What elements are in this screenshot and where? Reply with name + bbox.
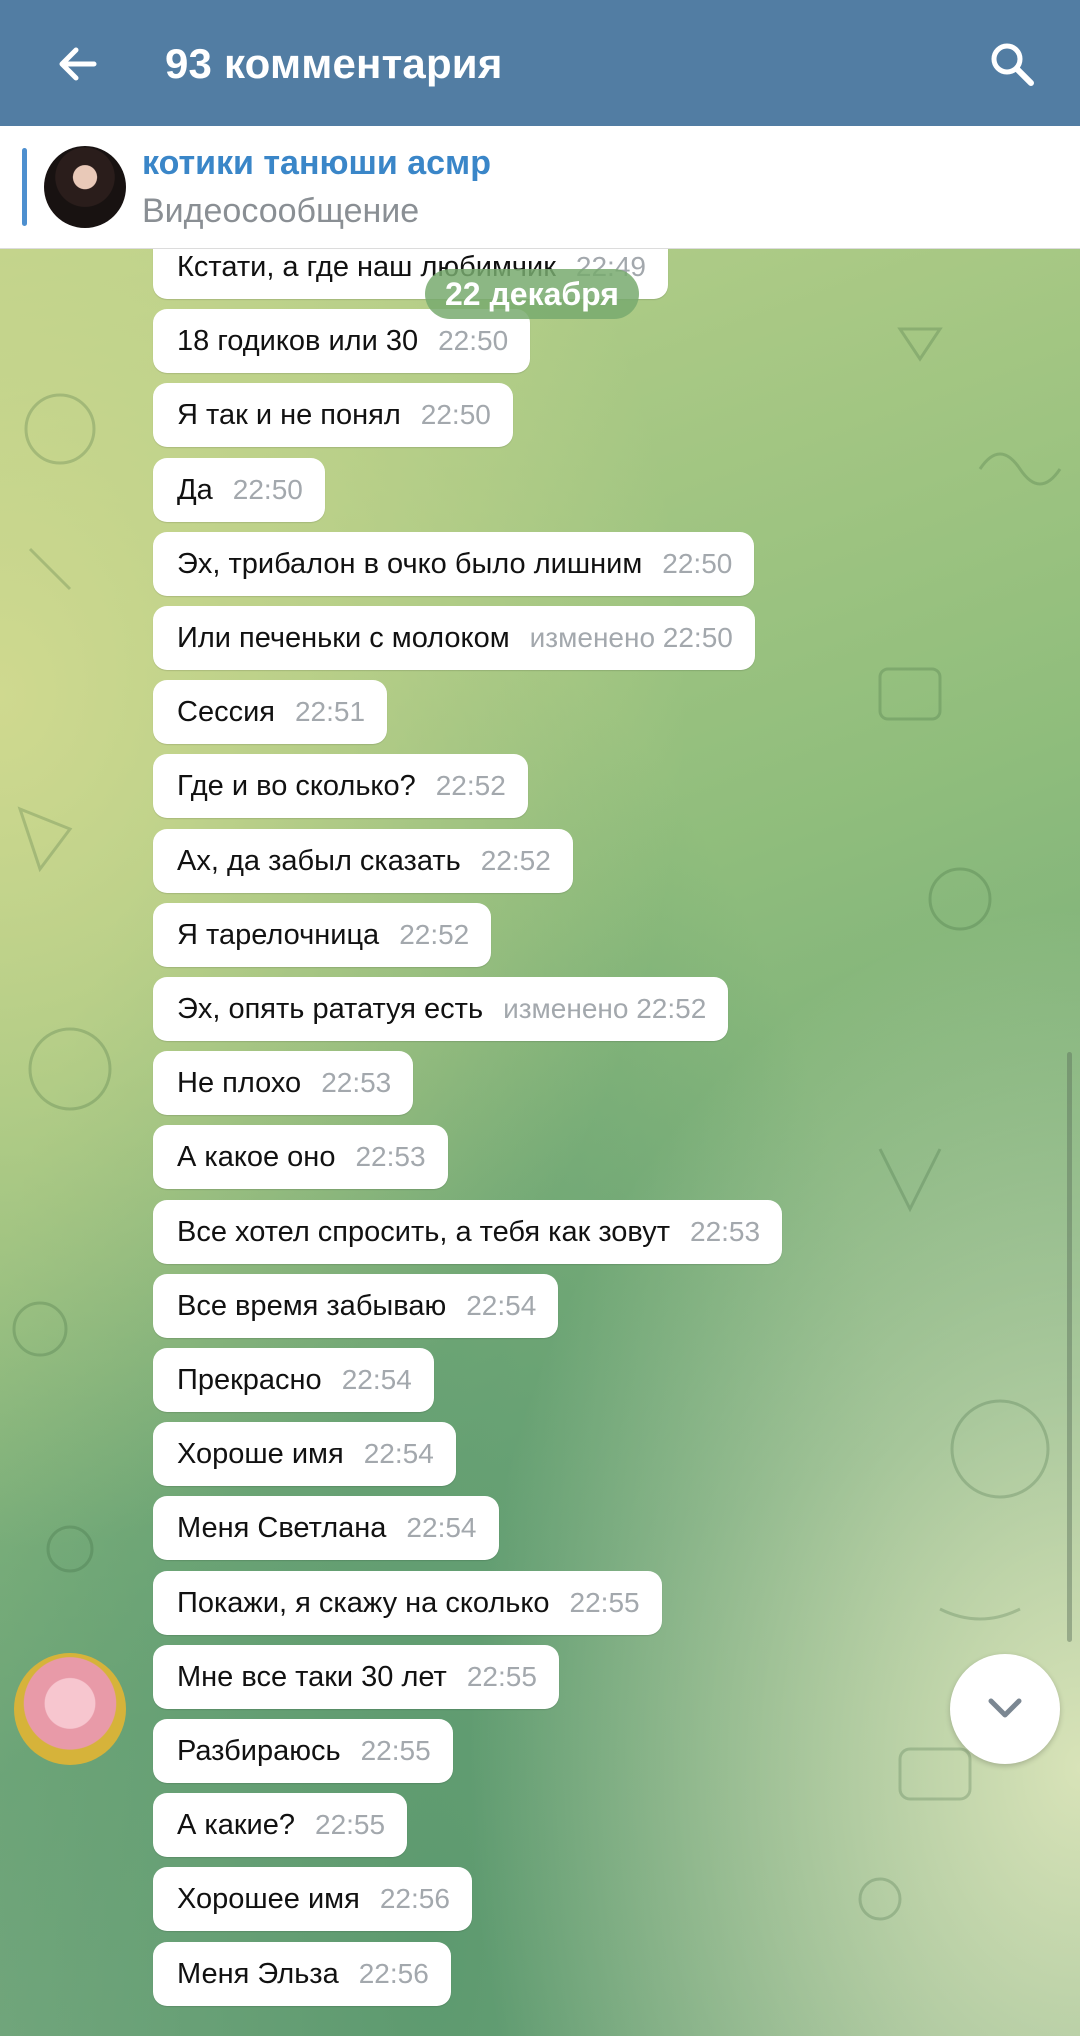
comment-text: Эх, трибалон в очко было лишним (177, 547, 643, 580)
comment-bubble[interactable]: Прекрасно 22:54 (153, 1348, 434, 1412)
chevron-down-icon (988, 1698, 1022, 1718)
comment-bubble[interactable]: Все время забываю 22:54 (153, 1274, 559, 1338)
comment-bubble[interactable]: Мне все таки 30 лет 22:55 (153, 1645, 559, 1709)
comment-text: Все хотел спросить, а тебя как зовут (177, 1215, 670, 1248)
comment-bubble[interactable]: Меня Светлана 22:54 (153, 1496, 499, 1560)
arrow-left-icon (59, 47, 97, 81)
post-type: Видеосообщение (142, 192, 420, 230)
search-button[interactable] (972, 24, 1052, 104)
comment-bubble[interactable]: Хороше имя 22:54 (153, 1422, 456, 1486)
comment-text: Сессия (177, 695, 275, 728)
comment-bubble[interactable]: Разбираюсь 22:55 (153, 1719, 453, 1783)
channel-name: котики танюши асмр (142, 144, 491, 182)
comment-time: 22:54 (406, 1512, 477, 1543)
comment-text: Я тарелочница (177, 918, 380, 951)
comment-time: 22:56 (358, 1958, 429, 1989)
channel-avatar (44, 146, 126, 228)
pinned-post-header[interactable]: котики танюши асмр Видеосообщение (0, 126, 1080, 249)
comment-text: Ах, да забыл сказать (177, 844, 461, 877)
comment-bubble[interactable]: Я так и не понял 22:50 (153, 383, 513, 447)
comment-text: Меня Светлана (177, 1511, 387, 1544)
comment-time: 22:54 (341, 1364, 412, 1395)
comment-time: изменено 22:50 (529, 622, 733, 653)
pinned-accent-bar (22, 148, 27, 226)
comment-bubble[interactable]: А какое оно 22:53 (153, 1125, 448, 1189)
scrollbar[interactable] (1067, 1052, 1072, 1642)
comment-bubble[interactable]: Я тарелочница 22:52 (153, 903, 492, 967)
sender-avatar[interactable] (14, 1653, 126, 1765)
date-separator: 22 декабря (425, 269, 639, 319)
top-app-bar: 93 комментария (0, 0, 1080, 126)
comment-time: 22:52 (435, 770, 506, 801)
comment-text: Хорошее имя (177, 1882, 360, 1915)
comment-bubble[interactable]: Ах, да забыл сказать 22:52 (153, 829, 573, 893)
comment-text: А какие? (177, 1808, 295, 1841)
comment-time: изменено 22:52 (503, 993, 707, 1024)
comment-text: Не плохо (177, 1066, 302, 1099)
comment-bubble[interactable]: Эх, опять рататуя есть изменено 22:52 (153, 977, 729, 1041)
comment-text: А какое оно (177, 1140, 336, 1173)
comment-bubble[interactable]: Покажи, я скажу на сколько 22:55 (153, 1571, 662, 1635)
comment-time: 22:50 (438, 325, 509, 356)
comment-text: Я так и не понял (177, 398, 401, 431)
comment-bubble[interactable]: Где и во сколько? 22:52 (153, 754, 528, 818)
comment-time: 22:54 (466, 1290, 537, 1321)
comments-list[interactable]: 22 декабря Кстати, а где наш любимчик 22:… (0, 249, 1080, 2036)
comment-text: Прекрасно (177, 1363, 322, 1396)
comment-time: 22:53 (690, 1216, 761, 1247)
comment-bubble[interactable]: Все хотел спросить, а тебя как зовут 22:5… (153, 1200, 783, 1264)
scroll-to-bottom-button[interactable] (950, 1654, 1060, 1764)
comment-time: 22:55 (360, 1735, 431, 1766)
comment-text: Эх, опять рататуя есть (177, 992, 484, 1025)
comment-text: Меня Эльза (177, 1957, 339, 1990)
comment-time: 22:51 (294, 696, 366, 727)
comment-text: Хороше имя (177, 1437, 344, 1470)
comment-text: Покажи, я скажу на сколько (177, 1586, 550, 1619)
comment-text: Да (177, 473, 213, 506)
comment-time: 22:55 (569, 1587, 640, 1618)
comment-text: Мне все таки 30 лет (177, 1660, 447, 1693)
comment-time: 22:50 (420, 399, 491, 430)
comment-bubble[interactable]: Да 22:50 (153, 458, 325, 522)
comment-bubble[interactable]: Или печеньки с молоком изменено 22:50 (153, 606, 755, 670)
comment-time: 22:52 (399, 919, 470, 950)
comment-time: 22:55 (466, 1661, 537, 1692)
comment-time: 22:50 (232, 474, 303, 505)
comment-time: 22:53 (321, 1067, 392, 1098)
comment-bubble[interactable]: Сессия 22:51 (153, 680, 388, 744)
comment-time: 22:52 (480, 845, 551, 876)
comment-bubble[interactable]: Хорошее имя 22:56 (153, 1867, 472, 1931)
comment-text: Все время забываю (177, 1289, 447, 1322)
comment-text: Или печеньки с молоком (177, 621, 510, 654)
comment-time: 22:54 (363, 1438, 434, 1469)
comment-text: Разбираюсь (177, 1734, 341, 1767)
comment-bubble[interactable]: Меня Эльза 22:56 (153, 1942, 451, 2006)
back-button[interactable] (42, 28, 114, 100)
comment-bubble[interactable]: А какие? 22:55 (153, 1793, 408, 1857)
comment-bubble[interactable]: Эх, трибалон в очко было лишним 22:50 (153, 532, 755, 596)
page-title: 93 комментария (165, 40, 503, 87)
search-icon (991, 43, 1034, 86)
comment-time: 22:53 (355, 1141, 426, 1172)
comment-text: Где и во сколько? (177, 769, 416, 802)
comment-text: 18 годиков или 30 (177, 324, 419, 357)
comment-time: 22:50 (662, 548, 733, 579)
comment-bubble[interactable]: Не плохо 22:53 (153, 1051, 414, 1115)
comment-time: 22:56 (379, 1883, 450, 1914)
comment-time: 22:55 (315, 1809, 386, 1840)
